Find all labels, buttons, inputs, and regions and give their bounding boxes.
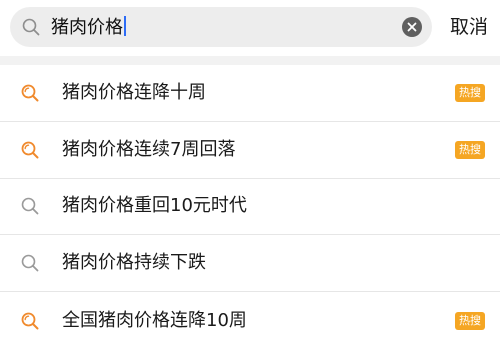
suggestion-list: 猪肉价格连降十周 热搜 猪肉价格连续7周回落 热搜 猪肉价格重回10元时代 猪肉… bbox=[0, 65, 500, 349]
search-query-text[interactable]: 猪肉价格 bbox=[51, 16, 126, 38]
list-item[interactable]: 猪肉价格连续7周回落 热搜 bbox=[0, 122, 500, 179]
search-query-value: 猪肉价格 bbox=[51, 17, 123, 38]
hot-badge: 热搜 bbox=[455, 140, 485, 159]
section-divider bbox=[0, 56, 500, 65]
clear-icon[interactable] bbox=[402, 17, 422, 37]
hot-search-icon bbox=[21, 312, 39, 330]
list-item[interactable]: 全国猪肉价格连降10周 热搜 bbox=[0, 292, 500, 349]
suggestion-label: 全国猪肉价格连降10周 bbox=[62, 309, 247, 331]
list-item[interactable]: 猪肉价格持续下跌 bbox=[0, 235, 500, 293]
hot-badge: 热搜 bbox=[455, 83, 485, 102]
search-icon bbox=[22, 18, 40, 36]
hot-badge: 热搜 bbox=[455, 311, 485, 330]
list-item[interactable]: 猪肉价格连降十周 热搜 bbox=[0, 65, 500, 122]
cancel-button[interactable]: 取消 bbox=[450, 15, 488, 39]
hot-search-icon bbox=[21, 141, 39, 159]
suggestion-label: 猪肉价格连续7周回落 bbox=[62, 138, 236, 160]
suggestion-label: 猪肉价格重回10元时代 bbox=[62, 195, 247, 217]
hot-search-icon bbox=[21, 84, 39, 102]
search-icon bbox=[21, 254, 39, 272]
search-header: 猪肉价格 取消 bbox=[0, 0, 500, 56]
search-page: 猪肉价格 取消 猪肉价格连降十周 热搜 猪肉价格连续7周回落 热搜 猪肉价格重回… bbox=[0, 0, 500, 359]
text-cursor bbox=[124, 16, 126, 36]
search-input[interactable]: 猪肉价格 bbox=[10, 7, 432, 47]
suggestion-label: 猪肉价格连降十周 bbox=[62, 81, 206, 103]
search-icon bbox=[21, 197, 39, 215]
list-item[interactable]: 猪肉价格重回10元时代 bbox=[0, 179, 500, 236]
suggestion-label: 猪肉价格持续下跌 bbox=[62, 252, 206, 274]
